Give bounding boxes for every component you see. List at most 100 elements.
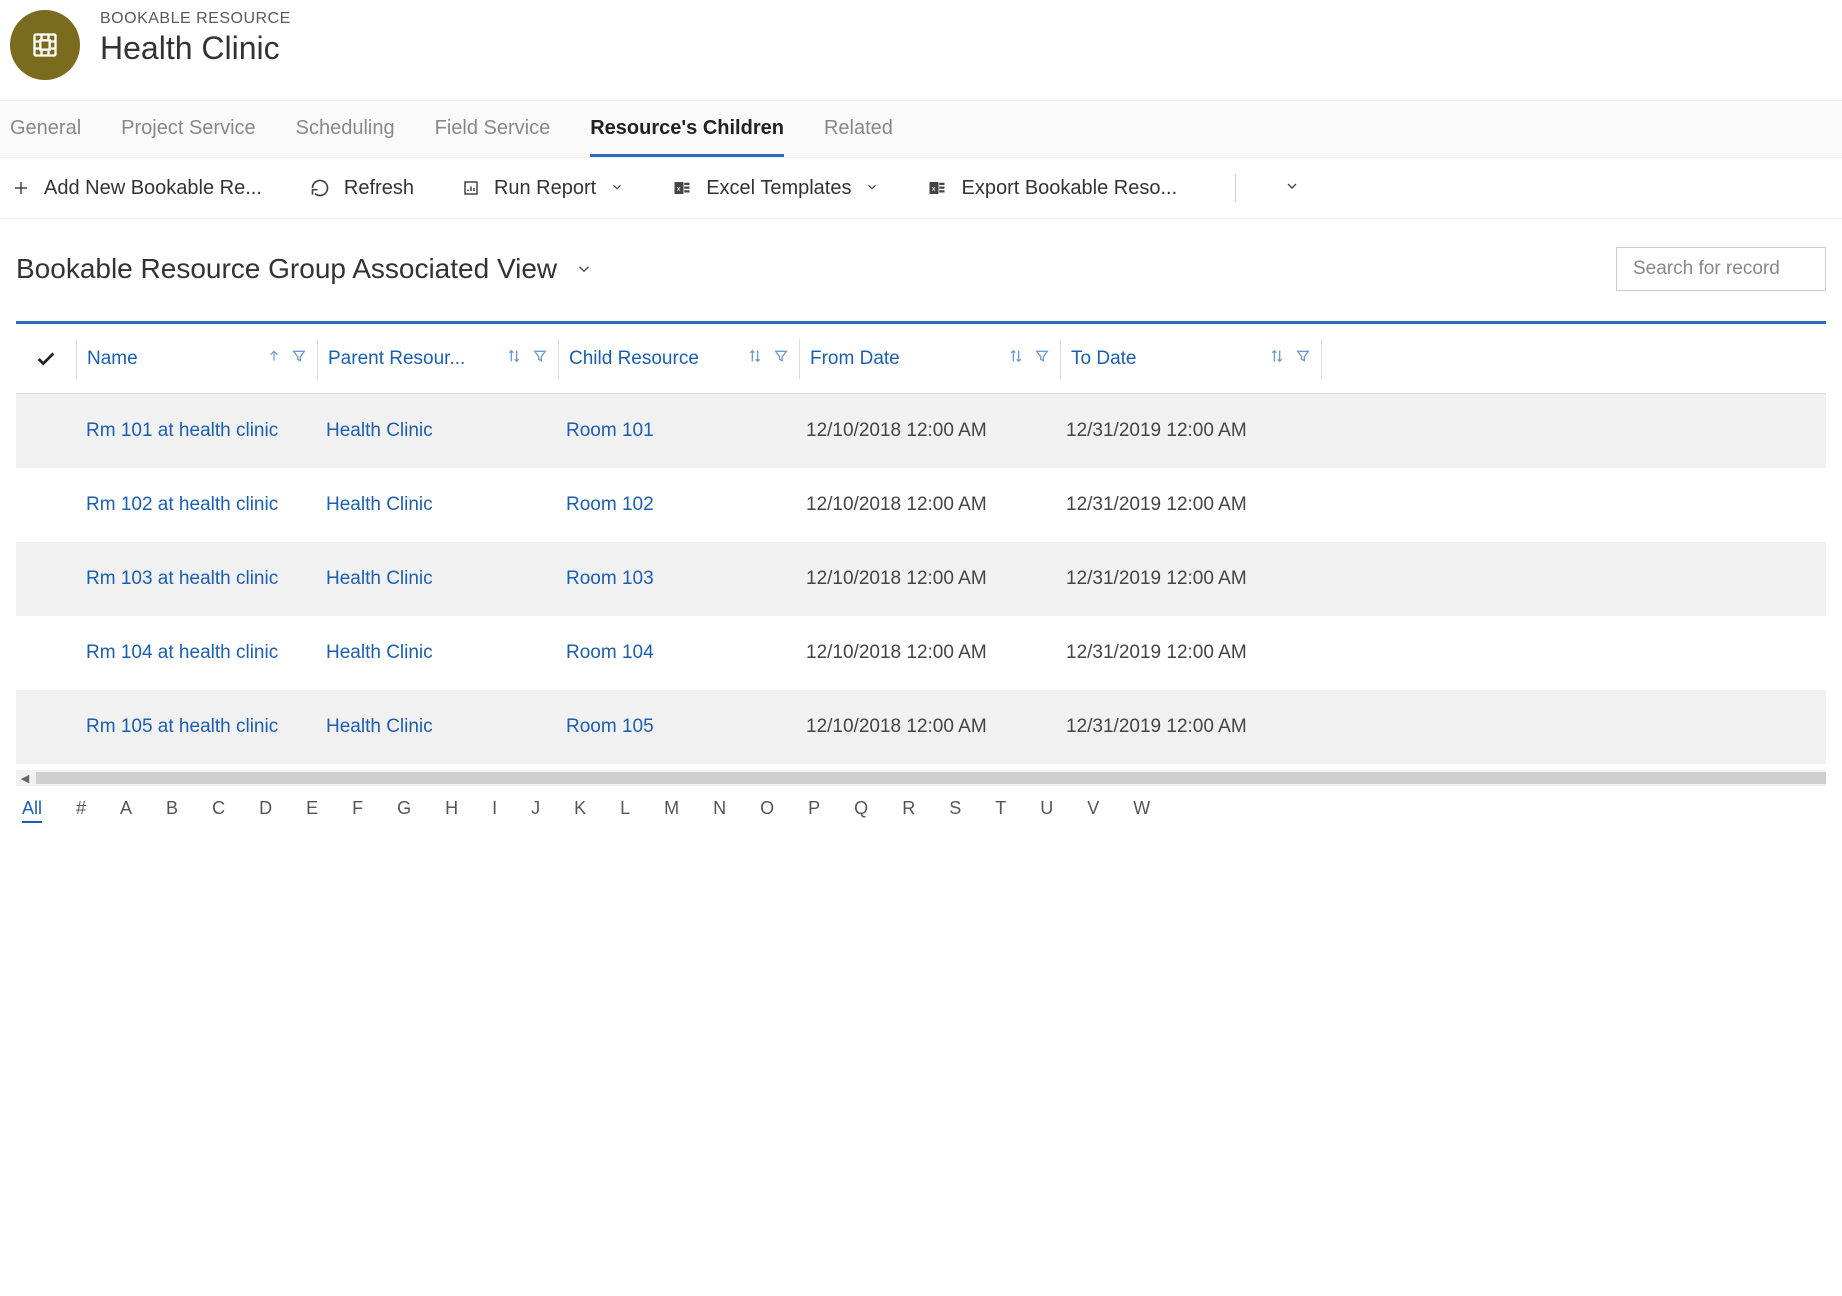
record-title: Health Clinic	[100, 30, 291, 67]
column-header-child[interactable]: Child Resource	[559, 324, 799, 393]
alpha-filter-g[interactable]: G	[397, 798, 411, 823]
search-input[interactable]: Search for record	[1616, 247, 1826, 291]
cell-from-date: 12/10/2018 12:00 AM	[806, 716, 987, 738]
alpha-filter-n[interactable]: N	[713, 798, 726, 823]
row-selector[interactable]	[16, 690, 76, 764]
sort-icon[interactable]	[747, 348, 763, 370]
cell-name[interactable]: Rm 101 at health clinic	[86, 420, 278, 442]
entity-icon	[10, 10, 80, 80]
cell-parent[interactable]: Health Clinic	[326, 494, 433, 516]
column-label: Child Resource	[569, 348, 747, 370]
add-new-button[interactable]: Add New Bookable Re...	[12, 177, 262, 200]
excel-templates-button[interactable]: x Excel Templates	[672, 177, 879, 200]
horizontal-scrollbar[interactable]: ◀	[16, 770, 1826, 786]
select-all-checkbox[interactable]	[16, 324, 76, 393]
alpha-filter-k[interactable]: K	[574, 798, 586, 823]
alpha-filter-w[interactable]: W	[1133, 798, 1150, 823]
table-row[interactable]: Rm 102 at health clinic Health Clinic Room…	[16, 468, 1826, 542]
sort-icon[interactable]	[1269, 348, 1285, 370]
alpha-filter-r[interactable]: R	[902, 798, 915, 823]
cell-child[interactable]: Room 101	[566, 420, 654, 442]
alpha-filter-u[interactable]: U	[1040, 798, 1053, 823]
view-title: Bookable Resource Group Associated View	[16, 253, 557, 285]
column-header-name[interactable]: Name	[77, 324, 317, 393]
alpha-filter-s[interactable]: S	[949, 798, 961, 823]
column-header-parent[interactable]: Parent Resour...	[318, 324, 558, 393]
column-header-from-date[interactable]: From Date	[800, 324, 1060, 393]
alpha-filter-d[interactable]: D	[259, 798, 272, 823]
filter-icon[interactable]	[532, 348, 548, 370]
filter-icon[interactable]	[1295, 348, 1311, 370]
alpha-filter-e[interactable]: E	[306, 798, 318, 823]
refresh-button[interactable]: Refresh	[310, 177, 414, 200]
row-selector[interactable]	[16, 394, 76, 468]
cell-to-date: 12/31/2019 12:00 AM	[1066, 494, 1247, 516]
alpha-filter-o[interactable]: O	[760, 798, 774, 823]
cell-child[interactable]: Room 102	[566, 494, 654, 516]
tab-field-service[interactable]: Field Service	[435, 101, 551, 157]
alpha-filter-p[interactable]: P	[808, 798, 820, 823]
sort-asc-icon[interactable]	[267, 348, 281, 370]
more-commands-button[interactable]	[1284, 177, 1300, 200]
run-report-button[interactable]: Run Report	[462, 177, 624, 200]
alpha-filter-#[interactable]: #	[76, 798, 86, 823]
alpha-filter-v[interactable]: V	[1087, 798, 1099, 823]
cell-parent[interactable]: Health Clinic	[326, 420, 433, 442]
tab-scheduling[interactable]: Scheduling	[296, 101, 395, 157]
table-row[interactable]: Rm 104 at health clinic Health Clinic Room…	[16, 616, 1826, 690]
alpha-filter-f[interactable]: F	[352, 798, 363, 823]
alpha-filter-i[interactable]: I	[492, 798, 497, 823]
tab-resources-children[interactable]: Resource's Children	[590, 101, 784, 157]
row-selector[interactable]	[16, 542, 76, 616]
column-label: Parent Resour...	[328, 348, 506, 370]
cell-to-date: 12/31/2019 12:00 AM	[1066, 642, 1247, 664]
table-row[interactable]: Rm 103 at health clinic Health Clinic Room…	[16, 542, 1826, 616]
sort-icon[interactable]	[1008, 348, 1024, 370]
cell-from-date: 12/10/2018 12:00 AM	[806, 420, 987, 442]
cell-from-date: 12/10/2018 12:00 AM	[806, 494, 987, 516]
export-button[interactable]: x Export Bookable Reso...	[927, 177, 1177, 200]
cell-name[interactable]: Rm 102 at health clinic	[86, 494, 278, 516]
alpha-filter-a[interactable]: A	[120, 798, 132, 823]
tab-project-service[interactable]: Project Service	[121, 101, 256, 157]
filter-icon[interactable]	[291, 348, 307, 370]
alpha-filter-h[interactable]: H	[445, 798, 458, 823]
filter-icon[interactable]	[1034, 348, 1050, 370]
scrollbar-thumb[interactable]	[36, 772, 1826, 784]
refresh-label: Refresh	[344, 177, 414, 200]
alpha-filter-all[interactable]: All	[22, 798, 42, 823]
table-row[interactable]: Rm 105 at health clinic Health Clinic Room…	[16, 690, 1826, 764]
sort-icon[interactable]	[506, 348, 522, 370]
cell-child[interactable]: Room 103	[566, 568, 654, 590]
alpha-filter-l[interactable]: L	[620, 798, 630, 823]
tab-related[interactable]: Related	[824, 101, 893, 157]
alpha-filter-c[interactable]: C	[212, 798, 225, 823]
alpha-filter-b[interactable]: B	[166, 798, 178, 823]
row-selector[interactable]	[16, 468, 76, 542]
cell-child[interactable]: Room 104	[566, 642, 654, 664]
row-selector[interactable]	[16, 616, 76, 690]
view-selector[interactable]: Bookable Resource Group Associated View	[16, 253, 593, 285]
tab-general[interactable]: General	[10, 101, 81, 157]
alpha-filter-bar: All # A B C D E F G H I J K L M N O P Q R S T U V W	[0, 786, 1842, 833]
cell-name[interactable]: Rm 104 at health clinic	[86, 642, 278, 664]
cell-name[interactable]: Rm 103 at health clinic	[86, 568, 278, 590]
filter-icon[interactable]	[773, 348, 789, 370]
scroll-left-icon[interactable]: ◀	[18, 770, 32, 786]
cell-parent[interactable]: Health Clinic	[326, 716, 433, 738]
chevron-down-icon	[575, 253, 593, 285]
cell-child[interactable]: Room 105	[566, 716, 654, 738]
chevron-down-icon	[865, 177, 879, 200]
alpha-filter-t[interactable]: T	[995, 798, 1006, 823]
column-header-to-date[interactable]: To Date	[1061, 324, 1321, 393]
table-row[interactable]: Rm 101 at health clinic Health Clinic Room…	[16, 394, 1826, 468]
cell-from-date: 12/10/2018 12:00 AM	[806, 642, 987, 664]
cell-to-date: 12/31/2019 12:00 AM	[1066, 420, 1247, 442]
cell-parent[interactable]: Health Clinic	[326, 568, 433, 590]
cell-name[interactable]: Rm 105 at health clinic	[86, 716, 278, 738]
cell-parent[interactable]: Health Clinic	[326, 642, 433, 664]
alpha-filter-j[interactable]: J	[531, 798, 540, 823]
alpha-filter-m[interactable]: M	[664, 798, 679, 823]
alpha-filter-q[interactable]: Q	[854, 798, 868, 823]
chevron-down-icon	[610, 177, 624, 200]
